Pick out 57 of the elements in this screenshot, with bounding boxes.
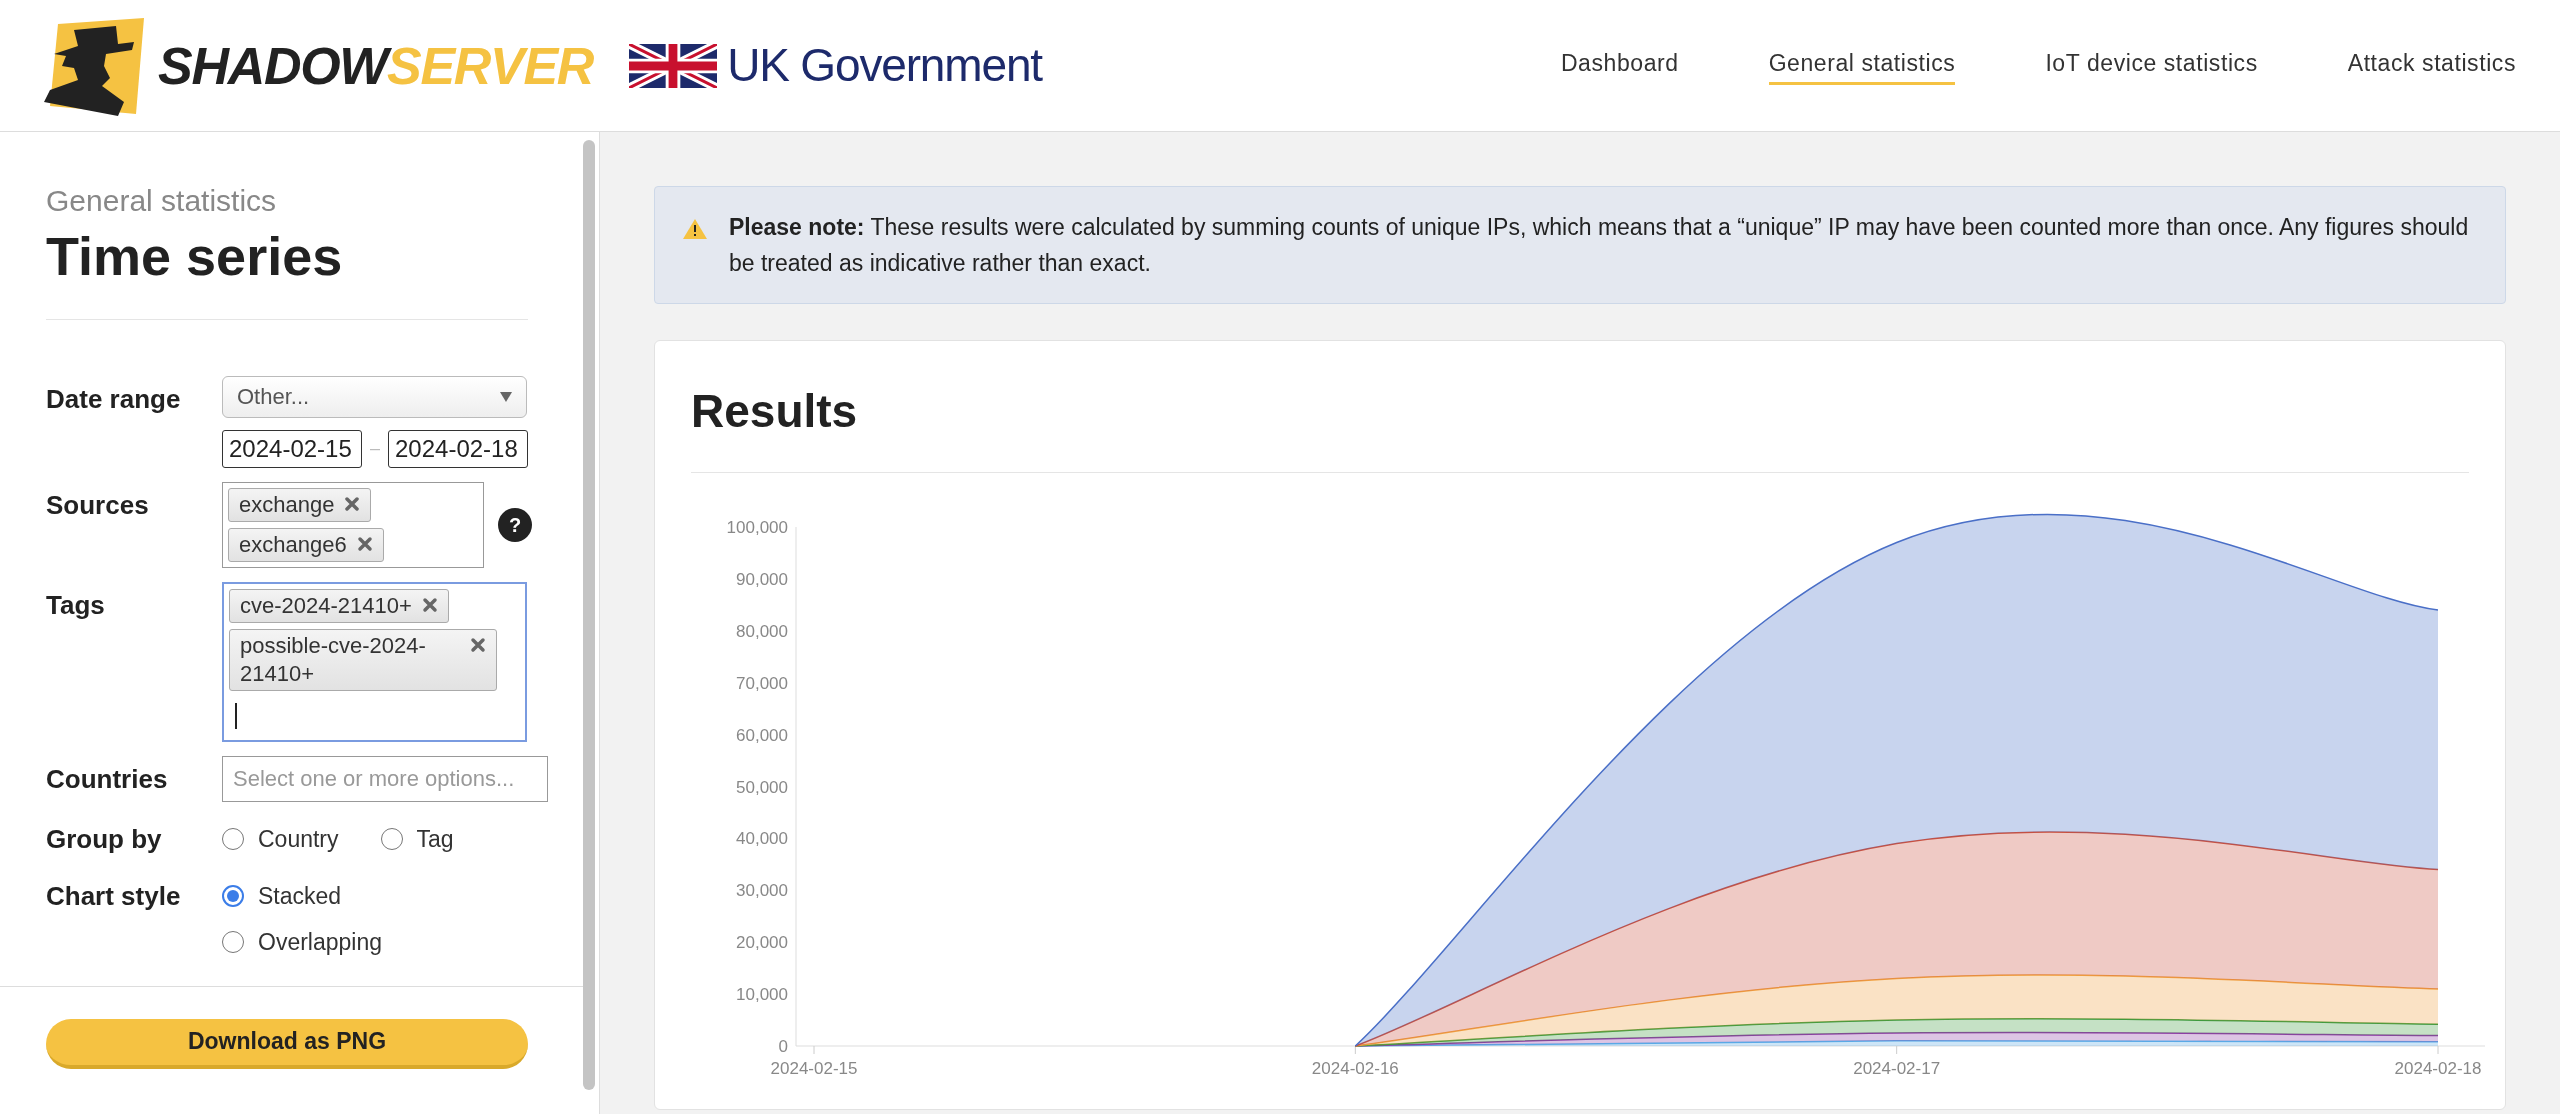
field-label: Group by xyxy=(46,822,163,856)
nav-link[interactable]: Dashboard xyxy=(1560,45,1679,86)
y-tick-label: 30,000 xyxy=(736,881,788,901)
nav-link[interactable]: Attack statistics xyxy=(2347,45,2516,86)
remove-icon[interactable] xyxy=(356,535,373,552)
y-tick-label: 90,000 xyxy=(736,569,788,589)
x-tick-label: 2024-02-17 xyxy=(1853,1059,1941,1078)
field-label: Date range xyxy=(46,382,182,416)
radio-label[interactable]: Overlapping xyxy=(258,925,383,960)
y-tick-label: 60,000 xyxy=(736,725,788,745)
tag-label: exchange6 xyxy=(239,530,347,559)
field-label: Sources xyxy=(46,488,150,522)
tag-label: possible-cve-2024-21410+ xyxy=(240,631,427,688)
y-tick-label: 70,000 xyxy=(736,673,788,693)
partner-name: UK Government xyxy=(727,38,1042,93)
radio-button[interactable] xyxy=(222,884,244,907)
breadcrumb: General statistics xyxy=(46,183,278,219)
text-cursor xyxy=(235,702,237,729)
remove-icon[interactable] xyxy=(470,636,486,653)
y-tick-label: 80,000 xyxy=(736,621,788,641)
notice-text: Please note: These results were calculated by summing counts of unique IPs, which means that a “unique” IP may have been counted more than once. Any figures should be treated as indicative rather than exact. xyxy=(729,213,2470,278)
y-tick-label: 50,000 xyxy=(736,777,788,797)
field-label: Tags xyxy=(46,588,106,622)
radio-label[interactable]: Stacked xyxy=(258,878,342,913)
x-tick-label: 2024-02-15 xyxy=(770,1059,858,1078)
x-tick-label: 2024-02-18 xyxy=(2394,1059,2482,1078)
page-title: Time series xyxy=(46,225,344,288)
countries-input[interactable]: Select one or more options... xyxy=(222,755,548,802)
tag-label: cve-2024-21410+ xyxy=(240,591,412,620)
remove-icon[interactable] xyxy=(344,495,361,512)
warning-icon xyxy=(683,219,707,239)
dropdown-arrow-icon xyxy=(500,391,512,402)
tag-input[interactable]: exchange exchange6 xyxy=(222,481,484,568)
remove-icon[interactable] xyxy=(421,596,438,613)
download-button[interactable]: Download as PNG xyxy=(46,1018,528,1069)
range-separator: – xyxy=(370,437,380,460)
field-label: Countries xyxy=(46,762,169,796)
help-button[interactable]: ? xyxy=(498,507,532,542)
results-title: Results xyxy=(691,384,859,439)
tag-input[interactable]: cve-2024-21410+ possible-cve-2024-21410+ xyxy=(222,581,527,742)
date-range-select[interactable]: Other... xyxy=(222,375,527,418)
nav-link[interactable]: IoT device statistics xyxy=(2045,45,2258,86)
x-tick-label: 2024-02-16 xyxy=(1311,1059,1399,1078)
y-tick-label: 40,000 xyxy=(736,829,788,849)
nav-link[interactable]: General statistics xyxy=(1768,45,1956,86)
date-input[interactable]: 2024-02-15 xyxy=(222,429,362,468)
y-tick-label: 100,000 xyxy=(726,518,788,537)
radio-label[interactable]: Tag xyxy=(416,821,454,856)
date-input[interactable]: 2024-02-18 xyxy=(388,429,528,468)
y-tick-label: 20,000 xyxy=(736,933,788,953)
radio-label[interactable]: Country xyxy=(258,821,339,856)
y-tick-label: 0 xyxy=(778,1037,788,1056)
scrollbar-thumb[interactable] xyxy=(583,140,595,1090)
tag-label: exchange xyxy=(239,490,335,519)
y-tick-label: 10,000 xyxy=(736,985,788,1005)
field-label: Chart style xyxy=(46,879,182,913)
brand-wordmark: SHADOWSERVER xyxy=(158,39,594,92)
